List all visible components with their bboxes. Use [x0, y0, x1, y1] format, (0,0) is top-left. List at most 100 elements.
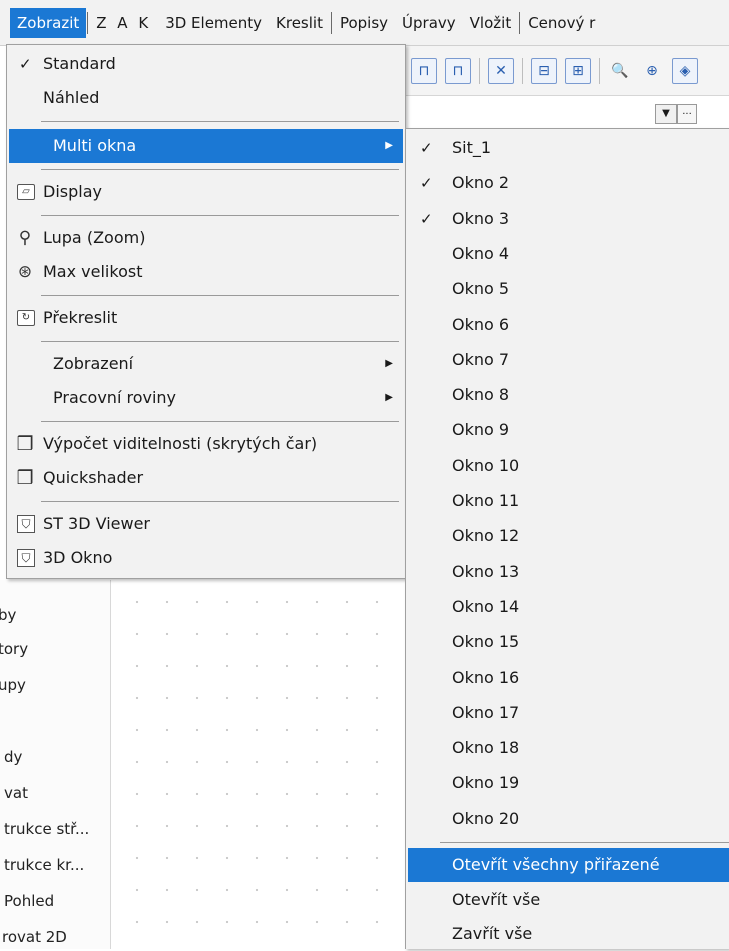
- menu-separator: [41, 421, 399, 422]
- menu-item-window[interactable]: ✓ Okno 3: [408, 202, 729, 236]
- menu-item-window[interactable]: Okno 6: [408, 308, 729, 342]
- toolbar: ⊓ ⊓ ✕ ⊟ ⊞ 🔍 ⊕ ◈: [405, 46, 729, 96]
- menu-item-pracovni-roviny[interactable]: Pracovní roviny ▶: [9, 381, 403, 415]
- menu-item-label: Okno 13: [452, 561, 520, 581]
- menu-item-window[interactable]: Okno 13: [408, 555, 729, 589]
- menu-kreslit[interactable]: Kreslit: [269, 8, 330, 38]
- menu-separator: [41, 295, 399, 296]
- menu-item-st-3d-viewer[interactable]: ⛉ ST 3D Viewer: [9, 507, 403, 541]
- left-panel-item[interactable]: by: [0, 606, 16, 624]
- dropdown-arrow-button[interactable]: ▼: [655, 104, 677, 124]
- menu-item-window[interactable]: Okno 10: [408, 449, 729, 483]
- left-panel-item[interactable]: vat: [4, 784, 28, 802]
- menu-item-zavrit-vse[interactable]: Zavřít vše: [408, 917, 729, 951]
- menu-cenovy[interactable]: Cenový r: [521, 8, 602, 38]
- level-icon[interactable]: ⊟: [531, 57, 557, 84]
- menu-item-label: Max velikost: [43, 262, 143, 281]
- menu-item-otevrit-vse[interactable]: Otevřít vše: [408, 883, 729, 917]
- snap-icon[interactable]: ⊓: [445, 57, 471, 84]
- menu-separator: [41, 121, 399, 122]
- menu-item-3d-okno[interactable]: ⛉ 3D Okno: [9, 541, 403, 575]
- menu-separator: [440, 842, 729, 843]
- left-panel-item[interactable]: dy: [4, 748, 22, 766]
- menu-item-window[interactable]: Okno 7: [408, 343, 729, 377]
- left-panel-item[interactable]: trukce kr...: [4, 856, 84, 874]
- menu-item-label: Standard: [43, 54, 116, 73]
- menu-item-multi-okna[interactable]: Multi okna ▶: [9, 129, 403, 163]
- menu-item-label: Okno 3: [452, 208, 510, 228]
- menu-item-vypocet-viditelnosti[interactable]: ❒ Výpočet viditelnosti (skrytých čar): [9, 427, 403, 461]
- menubar: Zobrazit Z A K 3D Elementy Kreslit Popis…: [0, 0, 729, 46]
- menu-upravy[interactable]: Úpravy: [395, 8, 463, 38]
- menu-item-quickshader[interactable]: ❒ Quickshader: [9, 461, 403, 495]
- menu-item-label: Okno 20: [452, 808, 520, 828]
- drawing-canvas[interactable]: [112, 580, 412, 949]
- menu-item-window[interactable]: Okno 8: [408, 378, 729, 412]
- menu-item-label: Zobrazení: [53, 354, 134, 373]
- left-panel-item[interactable]: trukce stř...: [4, 820, 89, 838]
- left-panel-item[interactable]: Pohled: [4, 892, 54, 910]
- menu-item-prekreslit[interactable]: ↻ Překreslit: [9, 301, 403, 335]
- menu-item-label: Okno 7: [452, 349, 510, 369]
- toolbar-separator: [522, 57, 523, 84]
- menu-item-label: Okno 2: [452, 173, 510, 193]
- menu-item-label: Okno 14: [452, 596, 520, 616]
- left-panel-item[interactable]: tory: [0, 640, 28, 658]
- menu-item-label: Okno 18: [452, 738, 520, 758]
- menu-item-display[interactable]: ▱ Display: [9, 175, 403, 209]
- zoom-icon[interactable]: 🔍: [608, 59, 632, 83]
- snap-icon[interactable]: ⊓: [411, 57, 437, 84]
- menu-item-label: Lupa (Zoom): [43, 228, 146, 247]
- shield-icon[interactable]: ◈: [672, 57, 698, 84]
- menu-separator: [41, 501, 399, 502]
- menu-vlozit[interactable]: Vložit: [463, 8, 519, 38]
- more-button[interactable]: ...: [677, 104, 697, 124]
- menu-item-window[interactable]: Okno 19: [408, 766, 729, 800]
- menu-item-otevrit-vsechny-prirazene[interactable]: Otevřít všechny přiřazené: [408, 848, 729, 882]
- menu-item-label: Quickshader: [43, 468, 144, 487]
- menu-popisy[interactable]: Popisy: [333, 8, 395, 38]
- menu-item-window[interactable]: Okno 4: [408, 237, 729, 271]
- menu-item-window[interactable]: Okno 14: [408, 590, 729, 624]
- menu-zak[interactable]: Z A K: [89, 8, 158, 38]
- menubar-separator: [519, 11, 521, 34]
- menu-item-label: Okno 19: [452, 773, 520, 793]
- menu-item-window[interactable]: Okno 16: [408, 661, 729, 695]
- menu-item-label: Okno 17: [452, 702, 520, 722]
- max-zoom-icon[interactable]: ⊕: [640, 59, 664, 83]
- menu-item-window[interactable]: Okno 17: [408, 696, 729, 730]
- menu-item-window[interactable]: Okno 12: [408, 519, 729, 553]
- left-panel-item[interactable]: rovat 2D: [2, 928, 67, 946]
- section-icon[interactable]: ⊞: [565, 57, 591, 84]
- menu-item-window[interactable]: Okno 5: [408, 272, 729, 306]
- menu-item-label: Okno 16: [452, 667, 520, 687]
- menu-item-max-velikost[interactable]: ⊛ Max velikost: [9, 255, 403, 289]
- submenu-arrow-icon: ▶: [385, 140, 393, 151]
- menu-item-label: Okno 6: [452, 314, 510, 334]
- left-panel-item[interactable]: upy: [0, 676, 26, 694]
- menu-item-label: Otevřít vše: [452, 890, 541, 909]
- menu-item-zobrazeni[interactable]: Zobrazení ▶: [9, 347, 403, 381]
- menu-item-window[interactable]: ✓ Okno 2: [408, 166, 729, 200]
- menu-3d-elementy[interactable]: 3D Elementy: [158, 8, 269, 38]
- menu-item-window[interactable]: Okno 18: [408, 731, 729, 765]
- check-icon: ✓: [420, 139, 433, 157]
- 3d-viewer-icon: ⛉: [17, 515, 35, 533]
- intersection-icon[interactable]: ✕: [488, 57, 514, 84]
- menu-item-label: Překreslit: [43, 308, 118, 327]
- menu-item-label: ST 3D Viewer: [43, 514, 150, 533]
- menu-item-window[interactable]: Okno 20: [408, 802, 729, 836]
- menu-item-window[interactable]: Okno 15: [408, 625, 729, 659]
- toolbar-separator: [479, 57, 480, 84]
- menu-item-label: Display: [43, 182, 102, 201]
- menu-item-label: Okno 15: [452, 632, 520, 652]
- menu-zobrazit[interactable]: Zobrazit: [10, 7, 87, 38]
- menu-item-nahled[interactable]: Náhled: [9, 81, 403, 115]
- menu-item-standard[interactable]: ✓ Standard: [9, 47, 403, 81]
- menu-item-window[interactable]: ✓ Sit_1: [408, 131, 729, 165]
- menu-item-window[interactable]: Okno 11: [408, 484, 729, 518]
- menu-item-label: Okno 5: [452, 279, 510, 299]
- menu-item-window[interactable]: Okno 9: [408, 413, 729, 447]
- menu-item-label: Pracovní roviny: [53, 388, 177, 407]
- menu-item-lupa[interactable]: ⚲ Lupa (Zoom): [9, 221, 403, 255]
